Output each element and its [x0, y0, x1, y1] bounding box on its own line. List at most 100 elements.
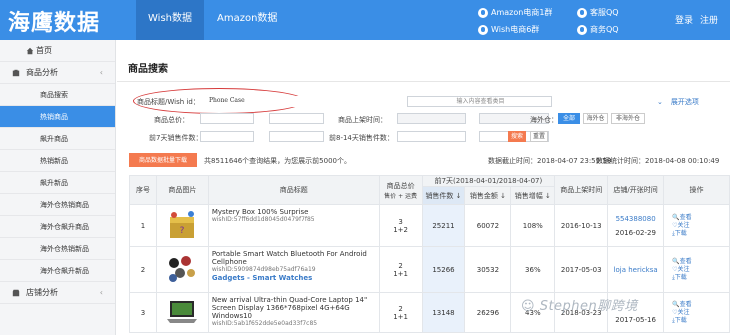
- download-button[interactable]: ⤓下载: [664, 274, 729, 282]
- laptop-image: [164, 293, 201, 330]
- overseas-yes-button[interactable]: 海外仓: [583, 113, 608, 124]
- sidebar-group-store-analysis[interactable]: 店铺分析 ‹: [0, 282, 115, 304]
- category-input[interactable]: 输入内容查看类目: [407, 96, 552, 107]
- sidebar-item-home[interactable]: 首页: [0, 40, 115, 62]
- listed-start-input[interactable]: [397, 113, 466, 124]
- results-summary: 共8511646个查询结果，为您展示前5000个。: [204, 157, 351, 165]
- sidebar-item-rising-new[interactable]: 飙升新品: [0, 172, 115, 194]
- col-listed[interactable]: 商品上架时间: [554, 175, 609, 205]
- qq-icon: [577, 7, 587, 18]
- watermark: ☺ Stephen聊跨境: [521, 295, 638, 314]
- col-image: 商品图片: [155, 175, 209, 205]
- tab-amazon-data[interactable]: Amazon数据: [205, 0, 289, 40]
- view-label: 查看: [679, 213, 692, 221]
- product-thumbnail[interactable]: [155, 246, 209, 293]
- sales-7d-label: 前7天销售件数：: [149, 134, 203, 142]
- product-category-tag[interactable]: Gadgets - Smart Watches: [212, 274, 379, 283]
- price-total: 2: [398, 304, 403, 313]
- sidebar-group-product-analysis[interactable]: 商品分析 ‹: [0, 62, 115, 84]
- divider: [117, 81, 730, 82]
- sidebar-item-overseas-rising-new[interactable]: 海外仓飙升新品: [0, 260, 115, 282]
- reset-button[interactable]: 重置: [530, 131, 548, 142]
- price-cell: 3 1+2: [378, 204, 423, 247]
- sales-7d-max-input[interactable]: [269, 131, 324, 142]
- bulk-download-button[interactable]: 商品数据批量下载: [129, 153, 197, 167]
- col-sales-amount[interactable]: 销售金额 ↓: [464, 186, 512, 205]
- title-search-label: 商品标题/Wish id：: [137, 98, 200, 106]
- col-price-sub: 售价 + 运费: [384, 192, 417, 200]
- table-row[interactable]: 2 Portable Smart Watch Bluetooth For And…: [129, 246, 730, 293]
- expand-label: 展开选项: [670, 98, 699, 106]
- title-search-input[interactable]: Phone Case: [207, 96, 357, 107]
- site-logo[interactable]: 海鹰数据: [8, 5, 100, 37]
- sidebar-item-label: 首页: [36, 46, 52, 55]
- tab-wish-data[interactable]: Wish数据: [136, 0, 204, 40]
- col-sales-count[interactable]: 销售件数 ↓: [421, 186, 466, 205]
- qq-icon: [478, 7, 488, 18]
- download-button[interactable]: ⤓下载: [664, 317, 729, 325]
- table-row[interactable]: 1 ? Mystery Box 100% Surprise wishID:57ff…: [129, 204, 730, 247]
- download-label: 下载: [674, 316, 687, 324]
- support-qq-link[interactable]: 客服QQ: [577, 7, 619, 18]
- product-title[interactable]: New arrival Ultra-thin Quad-Core Laptop …: [212, 296, 379, 320]
- results-table: 序号 商品图片 商品标题 商品总价 售价 + 运费 前7天(2018-04-01/…: [129, 175, 730, 333]
- sales-7d-min-input[interactable]: [200, 131, 254, 142]
- wechat-icon: ☺: [521, 299, 540, 314]
- product-thumbnail[interactable]: ?: [155, 204, 209, 247]
- price-min-input[interactable]: [200, 113, 254, 124]
- store-name[interactable]: 554388080: [608, 215, 663, 223]
- follow-button[interactable]: ♡关注: [664, 309, 729, 317]
- store-date: 2016-02-29: [615, 228, 656, 237]
- product-cell: Portable Smart Watch Bluetooth For Andro…: [207, 246, 380, 293]
- view-button[interactable]: 🔍查看: [664, 258, 729, 266]
- follow-label: 关注: [677, 265, 690, 273]
- follow-button[interactable]: ♡关注: [664, 266, 729, 274]
- search-button[interactable]: 搜索: [508, 131, 526, 142]
- product-title[interactable]: Portable Smart Watch Bluetooth For Andro…: [212, 250, 379, 266]
- table-row[interactable]: 3 New arrival Ultra-thin Quad-Core Lapto…: [129, 292, 730, 333]
- table-header-row: 序号 商品图片 商品标题 商品总价 售价 + 运费 前7天(2018-04-01/…: [129, 175, 730, 205]
- sidebar-item-overseas-hot[interactable]: 海外仓热销商品: [0, 194, 115, 216]
- sidebar-item-overseas-rising[interactable]: 海外仓飙升商品: [0, 216, 115, 238]
- amazon-group-link[interactable]: Amazon电商1群: [478, 7, 552, 18]
- sales-8-14-min-input[interactable]: [397, 131, 466, 142]
- row-index: 3: [129, 292, 157, 333]
- login-link[interactable]: 登录: [675, 13, 693, 26]
- sidebar-item-hot-products[interactable]: 热销商品: [0, 106, 115, 128]
- price-max-input[interactable]: [269, 113, 324, 124]
- store-icon: [12, 289, 20, 297]
- expand-options-link[interactable]: ⌄ 展开选项: [657, 97, 699, 107]
- register-link[interactable]: 注册: [700, 13, 718, 26]
- col-growth[interactable]: 销售增幅 ↓: [510, 186, 556, 205]
- store-name[interactable]: loja hericksa: [608, 266, 663, 274]
- sales-count-cell: 25211: [421, 204, 466, 247]
- support-qq-label: 客服QQ: [590, 8, 619, 17]
- download-label: 下载: [674, 273, 687, 281]
- data-cutoff-time: 数据截止时间：2018-04-07 23:59:59: [488, 157, 612, 165]
- business-qq-link[interactable]: 商务QQ: [577, 24, 619, 35]
- store-cell: loja hericksa: [607, 246, 665, 293]
- product-title[interactable]: Mystery Box 100% Surprise: [212, 208, 379, 216]
- sidebar-item-rising-products[interactable]: 飙升商品: [0, 128, 115, 150]
- sidebar-item-product-search[interactable]: 商品搜索: [0, 84, 115, 106]
- download-button[interactable]: ⤓下载: [664, 230, 729, 238]
- mystery-box-image: ?: [164, 206, 201, 243]
- sidebar: 首页 商品分析 ‹ 商品搜索 热销商品 飙升商品 热销新品 飙升新品 海外仓热销…: [0, 40, 116, 335]
- sidebar-item-overseas-hot-new[interactable]: 海外仓热销新品: [0, 238, 115, 260]
- overseas-no-button[interactable]: 非海外仓: [611, 113, 645, 124]
- sales-count-cell: 13148: [421, 292, 466, 333]
- col-store[interactable]: 店铺/开张时间: [607, 175, 665, 205]
- listed-cell: 2017-05-03: [554, 246, 609, 293]
- col-price: 商品总价 售价 + 运费: [378, 175, 423, 205]
- product-thumbnail[interactable]: [155, 292, 209, 333]
- col-index: 序号: [129, 175, 157, 205]
- wish-group-link[interactable]: Wish电商6群: [478, 24, 539, 35]
- follow-button[interactable]: ♡关注: [664, 222, 729, 230]
- price-breakdown: 1+1: [393, 312, 408, 321]
- overseas-all-button[interactable]: 全部: [558, 113, 580, 124]
- view-button[interactable]: 🔍查看: [664, 214, 729, 222]
- sidebar-item-hot-new[interactable]: 热销新品: [0, 150, 115, 172]
- view-button[interactable]: 🔍查看: [664, 301, 729, 309]
- stat-time: 数据统计时间：2018-04-08 00:10:49: [596, 157, 720, 165]
- product-cell: New arrival Ultra-thin Quad-Core Laptop …: [207, 292, 380, 333]
